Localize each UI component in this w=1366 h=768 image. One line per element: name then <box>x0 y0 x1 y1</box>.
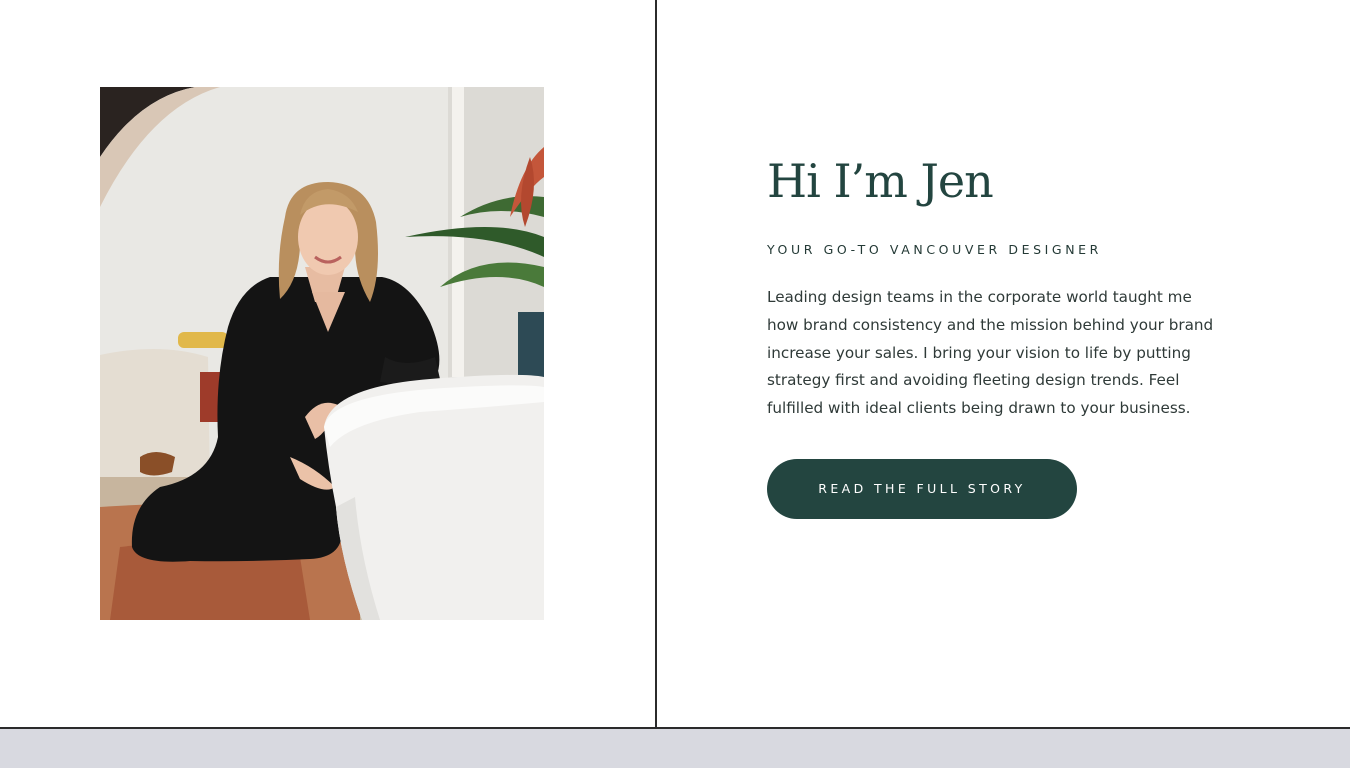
scrollbar-track[interactable] <box>1350 0 1366 768</box>
portrait-illustration <box>100 87 544 620</box>
read-full-story-label: READ THE FULL STORY <box>818 481 1026 497</box>
intro-block: Hi I’m Jen YOUR GO-TO VANCOUVER DESIGNER… <box>767 150 1227 519</box>
read-full-story-button[interactable]: READ THE FULL STORY <box>767 458 1077 519</box>
bio-paragraph: Leading design teams in the corporate wo… <box>767 288 1214 418</box>
portrait-photo <box>100 87 544 620</box>
subheading: YOUR GO-TO VANCOUVER DESIGNER <box>767 242 1102 257</box>
next-section-band <box>0 729 1350 768</box>
vertical-divider <box>655 0 657 728</box>
about-section: Hi I’m Jen YOUR GO-TO VANCOUVER DESIGNER… <box>0 0 1350 768</box>
page-title: Hi I’m Jen <box>767 154 994 208</box>
